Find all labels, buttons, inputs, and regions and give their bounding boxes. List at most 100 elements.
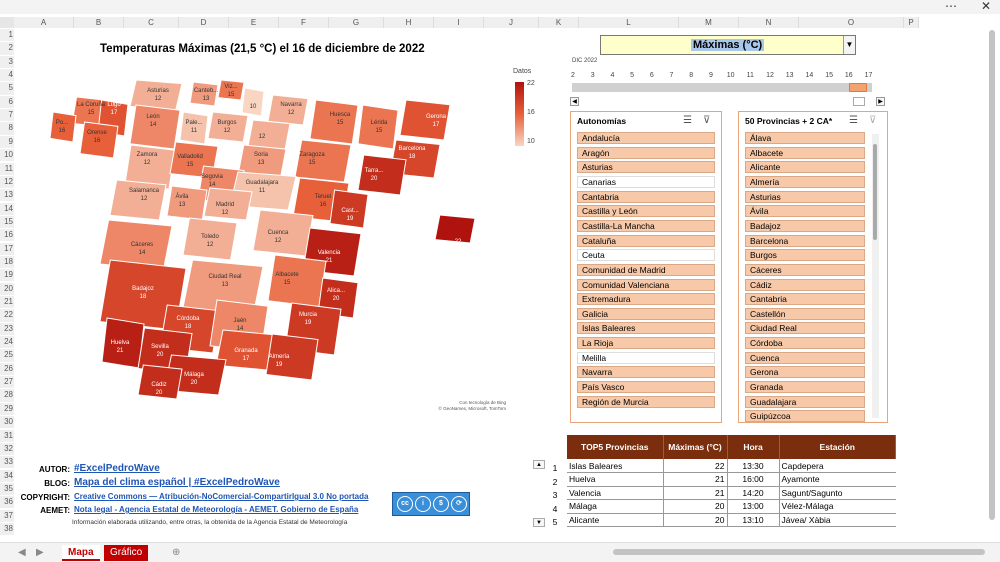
- spain-map[interactable]: La Coruña 15 Lugo 17 Asturias 12 Canteb... 13 Vi…: [40, 60, 510, 420]
- row-header[interactable]: 26: [0, 362, 14, 375]
- province-region[interactable]: [357, 104, 399, 150]
- column-header[interactable]: M: [679, 17, 739, 28]
- slicer-item[interactable]: Melilla: [577, 351, 715, 364]
- vertical-scrollbar[interactable]: [989, 30, 995, 520]
- blog-link[interactable]: Mapa del clima español | #ExcelPedroWave: [74, 477, 280, 488]
- row-header[interactable]: 10: [0, 149, 14, 162]
- table-row[interactable]: Alicante 20 13:10 Jávea/ Xàbia: [567, 513, 896, 527]
- slicer-item[interactable]: Islas Baleares: [577, 322, 715, 335]
- multi-select-icon[interactable]: ☰: [683, 115, 692, 126]
- slicer-item[interactable]: Córdoba: [745, 337, 865, 350]
- slicer-item[interactable]: Comunidad de Madrid: [577, 263, 715, 276]
- row-header[interactable]: 20: [0, 282, 14, 295]
- column-header[interactable]: K: [539, 17, 579, 28]
- row-header[interactable]: 38: [0, 522, 14, 536]
- slicer-item[interactable]: Castilla-La Mancha: [577, 219, 715, 232]
- table-row[interactable]: Málaga 20 13:00 Vélez-Málaga: [567, 499, 896, 514]
- slicer-item[interactable]: Gerona: [745, 366, 865, 379]
- row-header[interactable]: 3: [0, 55, 14, 68]
- timeline-day[interactable]: 2: [567, 72, 579, 79]
- province-region[interactable]: [49, 111, 77, 143]
- timeline-day[interactable]: 12: [764, 72, 776, 79]
- row-header[interactable]: 12: [0, 175, 14, 189]
- timeline-scroll-thumb[interactable]: [853, 97, 865, 106]
- slicer-item[interactable]: Cádiz: [745, 278, 865, 291]
- table-row[interactable]: Islas Baleares 22 13:30 Capdepera: [567, 459, 896, 473]
- slicer-item[interactable]: La Rioja: [577, 337, 715, 350]
- slicer-scroll-thumb[interactable]: [873, 144, 877, 240]
- slicer-item[interactable]: Ciudad Real: [745, 322, 865, 335]
- timeline-day[interactable]: 13: [784, 72, 796, 79]
- slicer-item[interactable]: Almería: [745, 175, 865, 188]
- province-region[interactable]: [309, 99, 359, 145]
- province-region[interactable]: [294, 139, 352, 183]
- slicer-item[interactable]: Cataluña: [577, 234, 715, 247]
- slicer-item[interactable]: Cantabria: [745, 293, 865, 306]
- spin-down-icon[interactable]: ▼: [533, 518, 545, 527]
- row-header[interactable]: 24: [0, 336, 14, 349]
- row-header[interactable]: 15: [0, 215, 14, 229]
- slicer-item[interactable]: Castilla y León: [577, 205, 715, 218]
- timeline-day[interactable]: 10: [725, 72, 737, 79]
- select-all-corner[interactable]: [0, 17, 14, 28]
- tab-mapa[interactable]: Mapa: [62, 545, 100, 561]
- next-sheet-icon[interactable]: ▶: [30, 545, 50, 561]
- copyright-link[interactable]: Creative Commons — Atribución-NoComercia…: [74, 492, 368, 501]
- row-header[interactable]: 32: [0, 442, 14, 456]
- row-header[interactable]: 21: [0, 296, 14, 309]
- timeline-track[interactable]: [572, 83, 872, 92]
- spin-up-icon[interactable]: ▲: [533, 460, 545, 469]
- slicer-item[interactable]: Extremadura: [577, 293, 715, 306]
- timeline-day[interactable]: 11: [744, 72, 756, 79]
- row-header[interactable]: 1: [0, 29, 14, 42]
- close-icon[interactable]: ✕: [975, 0, 997, 14]
- row-header[interactable]: 13: [0, 189, 14, 202]
- creative-commons-badge-icon[interactable]: cc i $ ⟳: [392, 492, 470, 516]
- timeline-day[interactable]: 7: [666, 72, 678, 79]
- province-region[interactable]: [399, 99, 451, 141]
- slicer-item[interactable]: Asturias: [745, 190, 865, 203]
- scroll-left-icon[interactable]: ◀: [570, 97, 579, 106]
- row-header[interactable]: 18: [0, 255, 14, 269]
- slicer-item[interactable]: Región de Murcia: [577, 395, 715, 408]
- column-header[interactable]: L: [579, 17, 679, 28]
- row-header[interactable]: 6: [0, 95, 14, 108]
- slicer-item[interactable]: Badajoz: [745, 219, 865, 232]
- slicer-item[interactable]: Andalucía: [577, 132, 715, 144]
- column-header[interactable]: B: [74, 17, 124, 28]
- timeline-scrollbar[interactable]: ◀ ▶: [570, 97, 888, 107]
- column-header[interactable]: A: [14, 17, 74, 28]
- row-header[interactable]: 11: [0, 162, 14, 175]
- timeline-day[interactable]: 14: [803, 72, 815, 79]
- horizontal-scrollbar[interactable]: [613, 549, 985, 555]
- slicer-item[interactable]: Galicia: [577, 307, 715, 320]
- slicer-item[interactable]: Barcelona: [745, 234, 865, 247]
- timeline-day[interactable]: 6: [646, 72, 658, 79]
- slicer-item[interactable]: Aragón: [577, 146, 715, 159]
- slicer-item[interactable]: Asturias: [577, 161, 715, 174]
- province-region[interactable]: [357, 154, 407, 196]
- row-header[interactable]: 27: [0, 376, 14, 389]
- table-row[interactable]: Huelva 21 16:00 Ayamonte: [567, 472, 896, 487]
- row-header[interactable]: 16: [0, 229, 14, 242]
- add-sheet-icon[interactable]: ⊕: [166, 545, 186, 561]
- column-header[interactable]: C: [124, 17, 179, 28]
- slicer-item[interactable]: Guipúzcoa: [745, 410, 865, 422]
- aemet-link[interactable]: Nota legal - Agencia Estatal de Meteorol…: [74, 505, 358, 514]
- slicer-scrollbar[interactable]: [872, 134, 879, 418]
- slicer-item[interactable]: País Vasco: [577, 381, 715, 394]
- row-header[interactable]: 2: [0, 42, 14, 55]
- row-header[interactable]: 31: [0, 429, 14, 442]
- row-header[interactable]: 28: [0, 389, 14, 402]
- slicer-item[interactable]: Cuenca: [745, 351, 865, 364]
- row-header[interactable]: 19: [0, 269, 14, 282]
- metric-dropdown[interactable]: Máximas (°C) ▼: [600, 35, 856, 55]
- slicer-item[interactable]: Álava: [745, 132, 865, 144]
- column-header[interactable]: I: [434, 17, 484, 28]
- row-header[interactable]: 14: [0, 202, 14, 215]
- row-header[interactable]: 25: [0, 349, 14, 362]
- column-header[interactable]: F: [279, 17, 329, 28]
- column-header[interactable]: P: [904, 17, 919, 28]
- province-region[interactable]: [247, 119, 291, 151]
- column-header[interactable]: O: [799, 17, 904, 28]
